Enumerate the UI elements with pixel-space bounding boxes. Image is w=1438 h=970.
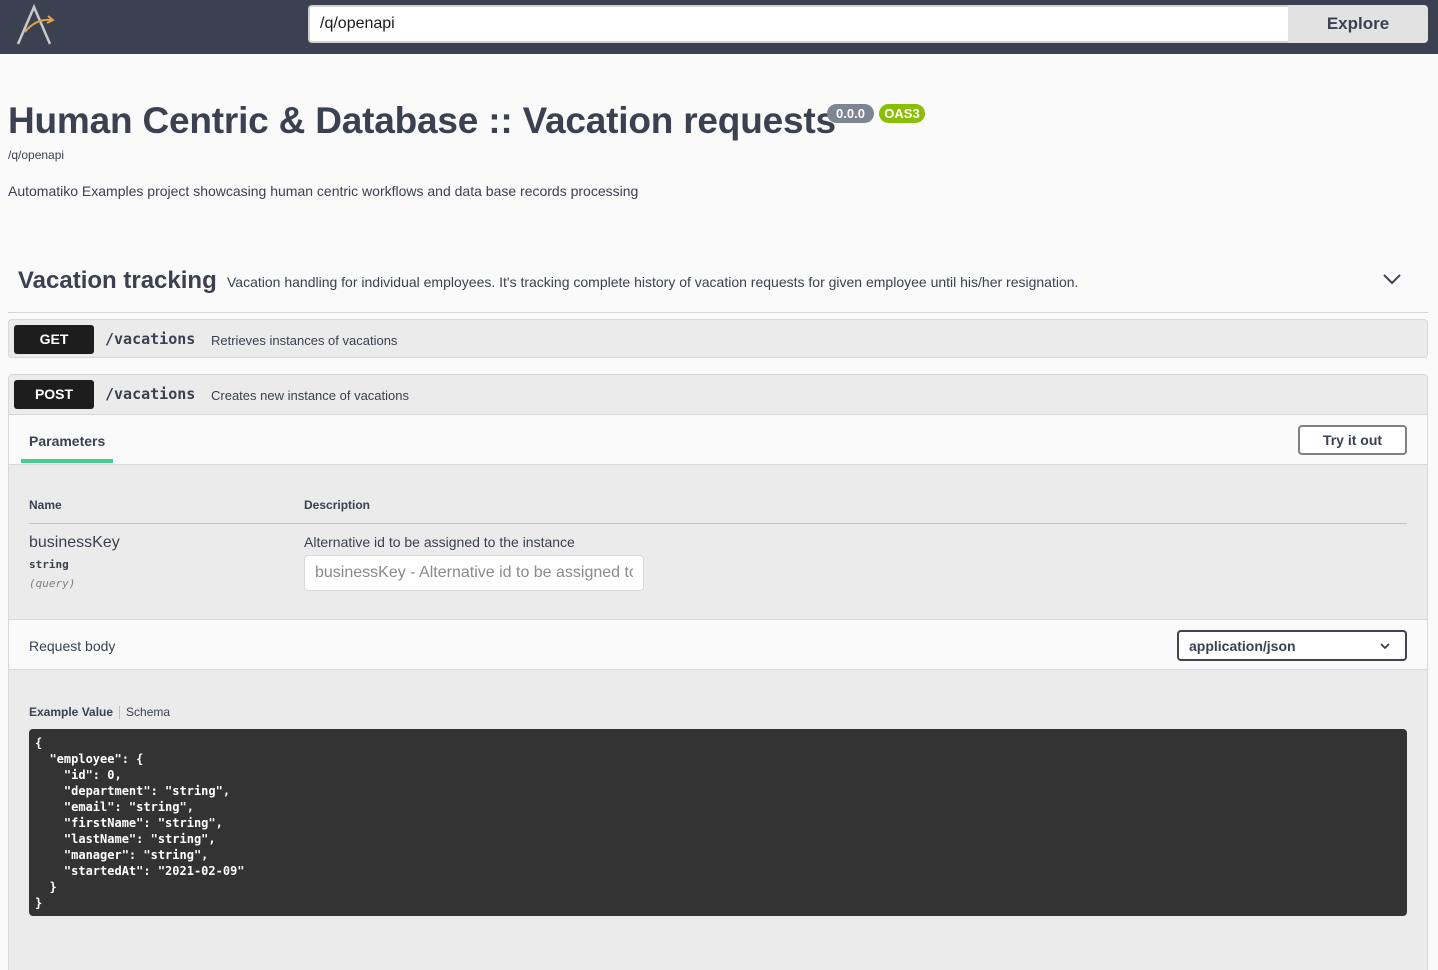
tag-section-header[interactable]: Vacation tracking Vacation handling for …: [8, 255, 1428, 313]
request-body-label: Request body: [29, 638, 116, 654]
tab-parameters[interactable]: Parameters: [29, 433, 105, 449]
chevron-down-icon: [1380, 643, 1390, 650]
content-type-select[interactable]: application/json: [1177, 630, 1407, 661]
parameters-table-header: Name Description: [29, 498, 1407, 524]
spec-url-input[interactable]: [308, 5, 1288, 43]
api-description: Automatiko Examples project showcasing h…: [8, 183, 639, 199]
tag-description: Vacation handling for individual employe…: [227, 274, 1079, 290]
tab-active-indicator: [21, 459, 113, 463]
code-line: "manager": "string",: [35, 848, 209, 862]
param-name: businessKey: [29, 534, 120, 551]
param-description: Alternative id to be assigned to the ins…: [304, 534, 575, 550]
operation-summary-text: Creates new instance of vacations: [211, 388, 409, 403]
request-body-bar: Request body application/json: [9, 619, 1427, 670]
operation-summary-text: Retrieves instances of vacations: [211, 333, 398, 348]
param-type: string: [29, 558, 69, 571]
content-type-value: application/json: [1189, 638, 1296, 654]
operation-get-vacations: GET /vacations Retrieves instances of va…: [8, 319, 1428, 358]
code-line: "employee": {: [35, 752, 144, 766]
version-badge: 0.0.0: [827, 104, 874, 123]
operation-path: /vacations: [105, 385, 196, 403]
operation-path: /vacations: [105, 330, 196, 348]
code-line: "lastName": "string",: [35, 832, 216, 846]
tab-example-value[interactable]: Example Value: [29, 705, 113, 719]
tab-schema[interactable]: Schema: [126, 705, 170, 719]
code-line: }: [35, 896, 43, 910]
oas-badge: OAS3: [879, 104, 925, 123]
chevron-down-icon[interactable]: [1382, 269, 1402, 289]
example-tabs: Example Value Schema: [29, 705, 170, 720]
code-line: "firstName": "string",: [35, 816, 223, 830]
column-description-header: Description: [304, 498, 371, 512]
column-name-header: Name: [29, 498, 62, 512]
topbar: Explore: [0, 0, 1438, 54]
explore-button[interactable]: Explore: [1288, 5, 1428, 43]
code-line: }: [35, 880, 57, 894]
tag-name: Vacation tracking: [18, 267, 217, 294]
method-badge: POST: [14, 380, 94, 409]
code-line: "email": "string",: [35, 800, 194, 814]
try-it-out-button[interactable]: Try it out: [1298, 425, 1407, 455]
method-badge: GET: [14, 325, 94, 354]
code-line: "id": 0,: [35, 768, 122, 782]
tab-divider: [119, 706, 121, 720]
operation-summary[interactable]: GET /vacations Retrieves instances of va…: [9, 320, 1427, 359]
code-line: {: [35, 736, 43, 750]
example-value-code: { "employee": { "id": 0, "department": "…: [29, 729, 1407, 916]
operation-summary[interactable]: POST /vacations Creates new instance of …: [9, 375, 1427, 414]
parameters-tab-bar: Parameters Try it out: [9, 414, 1427, 465]
api-title: Human Centric & Database :: Vacation req…: [8, 100, 836, 141]
param-location: (query): [29, 577, 76, 590]
business-key-input[interactable]: [304, 555, 644, 591]
spec-url-link[interactable]: /q/openapi: [8, 148, 64, 162]
automatiko-logo-icon[interactable]: [14, 4, 56, 46]
code-line: "startedAt": "2021-02-09": [35, 864, 245, 878]
code-line: "department": "string",: [35, 784, 231, 798]
operation-post-vacations: POST /vacations Creates new instance of …: [8, 374, 1428, 970]
